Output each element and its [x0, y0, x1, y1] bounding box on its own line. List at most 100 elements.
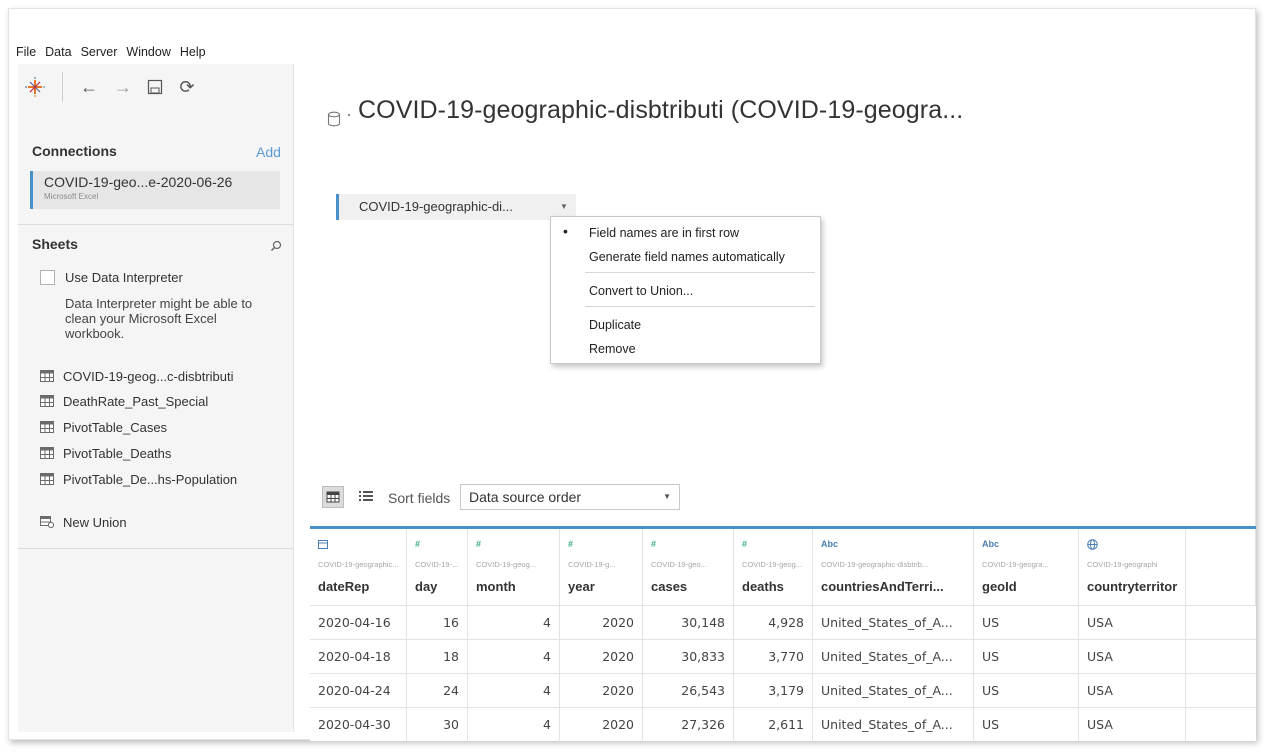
- column-header-day[interactable]: # COVID-19-... day: [407, 529, 468, 605]
- datasource-title[interactable]: COVID-19-geographic-disbtributi (COVID-1…: [358, 96, 963, 125]
- sheet-grid-icon: [40, 370, 54, 382]
- number-icon[interactable]: #: [651, 539, 656, 549]
- use-data-interpreter-label[interactable]: Use Data Interpreter: [65, 270, 183, 285]
- menu-item-duplicate[interactable]: Duplicate: [589, 318, 641, 332]
- menu-separator: [585, 272, 815, 273]
- forward-arrow-icon[interactable]: →: [113, 76, 133, 98]
- toolbar-separator: [62, 72, 63, 102]
- column-header-deaths[interactable]: # COVID-19-geog... deaths: [734, 529, 813, 605]
- datasource-menu-dot[interactable]: ·: [346, 104, 352, 125]
- sheet-item[interactable]: PivotTable_Deaths: [40, 444, 171, 462]
- number-icon[interactable]: #: [742, 539, 747, 549]
- new-union-icon: [40, 516, 54, 528]
- column-name[interactable]: day: [415, 579, 467, 594]
- column-name[interactable]: geoId: [982, 579, 1078, 594]
- tableau-logo-icon[interactable]: [24, 76, 46, 98]
- sheet-grid-icon: [40, 421, 54, 433]
- column-source-label: COVID-19-g...: [568, 560, 616, 569]
- search-icon[interactable]: [270, 240, 282, 252]
- sort-fields-value: Data source order: [469, 489, 582, 505]
- table-cell: 3,179: [734, 674, 813, 708]
- table-cell: 2020-04-18: [310, 640, 407, 674]
- checked-bullet-icon: •: [563, 223, 568, 239]
- table-cell: 30: [407, 708, 468, 742]
- table-pill-label: COVID-19-geographic-di...: [359, 199, 513, 214]
- menu-bar: File Data Server Window Help: [16, 45, 206, 59]
- save-icon[interactable]: [147, 79, 163, 95]
- column-source-label: COVID-19-...: [415, 560, 459, 569]
- table-cell: USA: [1079, 674, 1186, 708]
- table-cell: United_States_of_A...: [813, 606, 974, 640]
- table-cell: 4: [468, 640, 560, 674]
- menu-window[interactable]: Window: [126, 45, 170, 59]
- column-header-daterep[interactable]: COVID-19-geographic... dateRep: [310, 529, 407, 605]
- menu-separator: [585, 306, 815, 307]
- column-name[interactable]: year: [568, 579, 642, 594]
- menu-item-convert-to-union[interactable]: Convert to Union...: [589, 284, 693, 298]
- table-cell: 3,770: [734, 640, 813, 674]
- sort-fields-select[interactable]: Data source order ▼: [460, 484, 680, 510]
- column-name[interactable]: countriesAndTerri...: [821, 579, 973, 594]
- sheet-item[interactable]: PivotTable_Cases: [40, 418, 167, 436]
- grid-toolbar: Sort fields Data source order ▼: [310, 472, 1256, 522]
- number-icon[interactable]: #: [476, 539, 481, 549]
- column-source-label: COVID-19-geog...: [476, 560, 537, 569]
- sheet-item[interactable]: DeathRate_Past_Special: [40, 392, 208, 410]
- menu-item-remove[interactable]: Remove: [589, 342, 636, 356]
- string-icon[interactable]: Abc: [982, 539, 999, 549]
- table-cell: United_States_of_A...: [813, 640, 974, 674]
- menu-help[interactable]: Help: [180, 45, 206, 59]
- number-icon[interactable]: #: [415, 539, 420, 549]
- globe-icon[interactable]: [1087, 539, 1098, 552]
- use-data-interpreter-checkbox[interactable]: [40, 270, 55, 285]
- column-header-countryterritor[interactable]: COVID-19-geographi countryterritor: [1079, 529, 1186, 605]
- column-header-cases[interactable]: # COVID-19-geo... cases: [643, 529, 734, 605]
- column-source-label: COVID-19-geo...: [651, 560, 707, 569]
- number-icon[interactable]: #: [568, 539, 573, 549]
- table-cell: United_States_of_A...: [813, 708, 974, 742]
- table-cell: US: [974, 640, 1079, 674]
- column-source-label: COVID-19-geog...: [742, 560, 803, 569]
- refresh-icon[interactable]: ⟳: [177, 76, 197, 98]
- column-name[interactable]: cases: [651, 579, 733, 594]
- column-header-countriesandterri[interactable]: Abc COVID-19-geographic-disbtrib... countr…: [813, 529, 974, 605]
- menu-item-generate-field-names[interactable]: Generate field names automatically: [589, 250, 785, 264]
- left-pane: ← → ⟳ Connections Add COVID-19-geo...e-2…: [18, 64, 294, 732]
- add-connection-link[interactable]: Add: [256, 144, 281, 160]
- sheet-item[interactable]: COVID-19-geog...c-disbtributi: [40, 367, 234, 385]
- column-name[interactable]: month: [476, 579, 559, 594]
- table-row: 2020-04-16 16 4 2020 30,148 4,928 United_State…: [310, 605, 1256, 640]
- menu-file[interactable]: File: [16, 45, 36, 59]
- table-cell: 2,611: [734, 708, 813, 742]
- table-cell: 2020: [560, 674, 643, 708]
- table-cell: 24: [407, 674, 468, 708]
- table-row: 2020-04-18 18 4 2020 30,833 3,770 United_State…: [310, 639, 1256, 674]
- calendar-icon[interactable]: [318, 539, 328, 551]
- column-header-month[interactable]: # COVID-19-geog... month: [468, 529, 560, 605]
- grid-view-button[interactable]: [322, 486, 344, 508]
- table-cell: 2020-04-16: [310, 606, 407, 640]
- table-cell: 26,543: [643, 674, 734, 708]
- grid-view-icon: [326, 491, 340, 503]
- back-arrow-icon[interactable]: ←: [79, 76, 99, 98]
- sheet-item[interactable]: PivotTable_De...hs-Population: [40, 470, 237, 488]
- column-header-year[interactable]: # COVID-19-g... year: [560, 529, 643, 605]
- new-union-item[interactable]: New Union: [40, 513, 127, 531]
- menu-item-field-names-first-row[interactable]: Field names are in first row: [589, 226, 739, 240]
- chevron-down-icon: ▼: [663, 492, 671, 501]
- list-view-button[interactable]: [356, 486, 378, 508]
- menu-server[interactable]: Server: [81, 45, 118, 59]
- column-name[interactable]: countryterritor: [1087, 579, 1185, 594]
- table-cell: 4: [468, 606, 560, 640]
- table-cell: US: [974, 674, 1079, 708]
- connection-item[interactable]: COVID-19-geo...e-2020-06-26 Microsoft Ex…: [30, 171, 280, 209]
- connection-type: Microsoft Excel: [44, 192, 99, 201]
- column-name[interactable]: dateRep: [318, 579, 406, 594]
- string-icon[interactable]: Abc: [821, 539, 838, 549]
- table-pill[interactable]: COVID-19-geographic-di... ▼: [336, 194, 576, 220]
- sheet-label: PivotTable_De...hs-Population: [63, 471, 238, 487]
- new-union-label: New Union: [63, 514, 127, 530]
- column-name[interactable]: deaths: [742, 579, 812, 594]
- column-header-geoid[interactable]: Abc COVID-19-geogra... geoId: [974, 529, 1079, 605]
- menu-data[interactable]: Data: [45, 45, 71, 59]
